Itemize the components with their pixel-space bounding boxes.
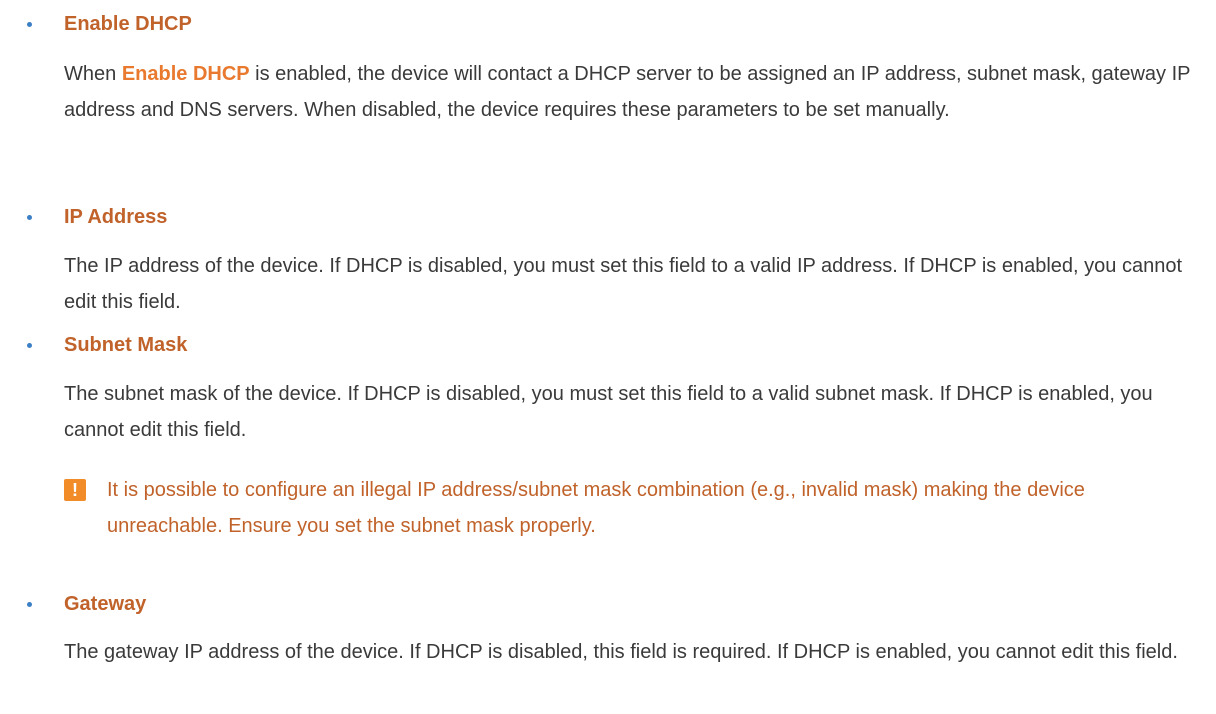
term-subnet-mask: Subnet Mask bbox=[64, 334, 188, 356]
term-gateway: Gateway bbox=[64, 593, 147, 615]
document-page: Enable DHCP When Enable DHCP is enabled,… bbox=[0, 0, 1216, 714]
description-enable-dhcp: When Enable DHCP is enabled, the device … bbox=[64, 56, 1194, 128]
bullet-dot bbox=[27, 602, 32, 607]
term-enable-dhcp: Enable DHCP bbox=[64, 13, 192, 35]
warning-note-text: It is possible to configure an illegal I… bbox=[107, 479, 1085, 537]
inline-term-enable-dhcp: Enable DHCP bbox=[121, 63, 250, 85]
warning-icon-glyph: ! bbox=[72, 480, 78, 500]
bullet-dot bbox=[27, 215, 32, 220]
description-ip-address: The IP address of the device. If DHCP is… bbox=[64, 255, 1182, 313]
description-gateway: The gateway IP address of the device. If… bbox=[64, 641, 1178, 663]
warning-icon: ! bbox=[64, 479, 86, 501]
description-subnet-mask: The subnet mask of the device. If DHCP i… bbox=[64, 383, 1153, 441]
term-ip-address: IP Address bbox=[64, 206, 168, 228]
bullet-dot bbox=[27, 22, 32, 27]
description-prefix: When bbox=[64, 63, 122, 85]
bullet-dot bbox=[27, 343, 32, 348]
